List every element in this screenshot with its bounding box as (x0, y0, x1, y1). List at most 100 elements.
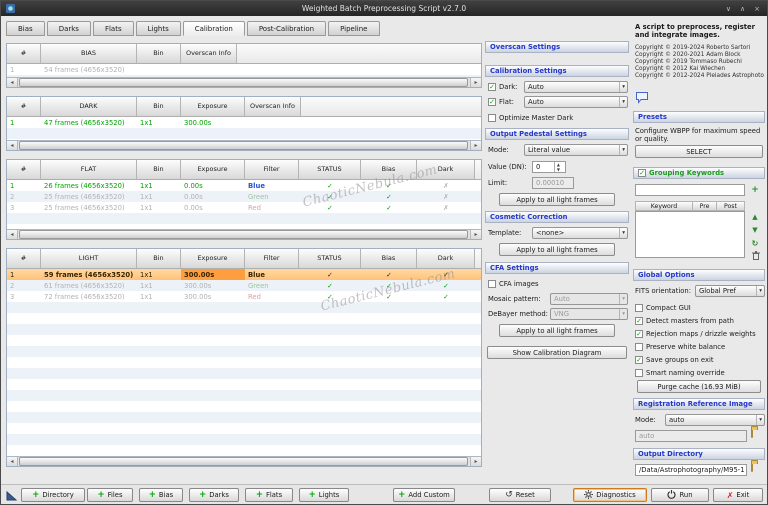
table-row[interactable]: 1 47 frames (4656x3520) 1x1 300.00s (7, 117, 481, 128)
keyword-input[interactable] (635, 184, 745, 196)
move-up-icon[interactable]: ▲ (749, 213, 761, 221)
flat-master-select[interactable]: Auto ▾ (524, 96, 628, 108)
cosmetic-apply-button[interactable]: Apply to all light frames (499, 243, 615, 256)
add-darks-button[interactable]: + Darks (189, 488, 239, 502)
scroll-left-icon[interactable]: ◂ (7, 78, 18, 87)
comment-bubble-icon[interactable] (635, 91, 649, 106)
window-titlebar[interactable]: Weighted Batch Preprocessing Script v2.7… (1, 1, 767, 16)
column-header-bias[interactable]: Bias (361, 160, 417, 180)
column-header-filter[interactable]: Filter (245, 249, 299, 269)
column-header-bin[interactable]: Bin (137, 160, 181, 180)
column-header-keyword[interactable]: Keyword (635, 201, 693, 211)
section-registration-reference[interactable]: Registration Reference Image (633, 398, 765, 410)
preserve-white-balance-checkbox[interactable] (635, 343, 643, 351)
section-overscan-settings[interactable]: Overscan Settings (485, 41, 629, 53)
scroll-right-icon[interactable]: ▸ (470, 141, 481, 150)
spin-down-icon[interactable]: ▼ (555, 167, 562, 172)
save-groups-checkbox[interactable]: ✓ (635, 356, 643, 364)
column-header-pre[interactable]: Pre (693, 201, 717, 211)
column-header-bin[interactable]: Bin (137, 249, 181, 269)
column-header-bias[interactable]: Bias (361, 249, 417, 269)
column-header-overscan[interactable]: Overscan Info (181, 44, 237, 64)
section-output-directory[interactable]: Output Directory (633, 448, 765, 460)
scroll-thumb[interactable] (19, 78, 468, 87)
column-header-filter[interactable]: Filter (245, 160, 299, 180)
diagnostics-button[interactable]: Diagnostics (573, 488, 647, 502)
scroll-left-icon[interactable]: ◂ (7, 141, 18, 150)
drag-instance-icon[interactable] (6, 490, 18, 503)
section-presets[interactable]: Presets (633, 111, 765, 123)
cfa-apply-button[interactable]: Apply to all light frames (499, 324, 615, 337)
dark-master-select[interactable]: Auto ▾ (524, 81, 628, 93)
pedestal-value-spinner[interactable]: 0 ▲ ▼ (532, 161, 566, 173)
show-calibration-diagram-button[interactable]: Show Calibration Diagram (487, 346, 627, 359)
add-custom-button[interactable]: + Add Custom (393, 488, 455, 502)
add-flats-button[interactable]: + Flats (245, 488, 293, 502)
smart-naming-checkbox[interactable] (635, 369, 643, 377)
registration-mode-select[interactable]: auto ▾ (665, 414, 765, 426)
column-header-dark[interactable]: Dark (417, 160, 475, 180)
minimize-button[interactable]: ∨ (726, 5, 731, 13)
table-row[interactable]: 2 25 frames (4656x3520) 1x1 0.00s Green … (7, 191, 481, 202)
output-directory-field[interactable]: /Data/Astrophotography/M95-1 (635, 464, 747, 476)
add-files-button[interactable]: + Files (87, 488, 133, 502)
maximize-button[interactable]: ∧ (740, 5, 745, 13)
scroll-right-icon[interactable]: ▸ (470, 230, 481, 239)
column-header-bias[interactable]: BIAS (41, 44, 137, 64)
column-header-num[interactable]: # (7, 44, 41, 64)
tab-post-calibration[interactable]: Post-Calibration (246, 21, 327, 36)
column-header-num[interactable]: # (7, 97, 41, 117)
tab-lights[interactable]: Lights (135, 21, 181, 36)
move-down-icon[interactable]: ▼ (749, 226, 761, 234)
detect-masters-checkbox[interactable]: ✓ (635, 317, 643, 325)
tab-flats[interactable]: Flats (92, 21, 134, 36)
scroll-thumb[interactable] (19, 457, 468, 466)
flat-checkbox[interactable]: ✓ (488, 98, 496, 106)
column-header-bin[interactable]: Bin (137, 97, 181, 117)
pedestal-mode-select[interactable]: Literal value ▾ (524, 144, 628, 156)
column-header-status[interactable]: STATUS (299, 249, 361, 269)
column-header-dark[interactable]: Dark (417, 249, 475, 269)
run-button[interactable]: Run (651, 488, 709, 502)
column-header-flat[interactable]: FLAT (41, 160, 137, 180)
pedestal-apply-button[interactable]: Apply to all light frames (499, 193, 615, 206)
bias-hscrollbar[interactable]: ◂ ▸ (7, 77, 481, 87)
add-bias-button[interactable]: + Bias (139, 488, 183, 502)
section-global-options[interactable]: Global Options (633, 269, 765, 281)
dark-checkbox[interactable]: ✓ (488, 83, 496, 91)
table-row-selected[interactable]: 1 59 frames (4656x3520) 1x1 300.00s Blue… (7, 269, 481, 280)
rejection-maps-checkbox[interactable]: ✓ (635, 330, 643, 338)
folder-icon[interactable] (751, 428, 753, 438)
column-header-exposure[interactable]: Exposure (181, 160, 245, 180)
close-button[interactable]: × (754, 5, 760, 13)
column-header-status[interactable]: STATUS (299, 160, 361, 180)
presets-select-button[interactable]: SELECT (635, 145, 763, 158)
scroll-left-icon[interactable]: ◂ (7, 230, 18, 239)
column-header-num[interactable]: # (7, 249, 41, 269)
tab-pipeline[interactable]: Pipeline (328, 21, 380, 36)
scroll-left-icon[interactable]: ◂ (7, 457, 18, 466)
section-output-pedestal[interactable]: Output Pedestal Settings (485, 128, 629, 140)
section-cfa-settings[interactable]: CFA Settings (485, 262, 629, 274)
flat-hscrollbar[interactable]: ◂ ▸ (7, 229, 481, 239)
column-header-post[interactable]: Post (717, 201, 745, 211)
dark-hscrollbar[interactable]: ◂ ▸ (7, 140, 481, 150)
table-row[interactable]: 3 25 frames (4656x3520) 1x1 0.00s Red ✓ … (7, 202, 481, 213)
column-header-overscan[interactable]: Overscan Info (245, 97, 301, 117)
tab-darks[interactable]: Darks (46, 21, 91, 36)
column-header-num[interactable]: # (7, 160, 41, 180)
table-row[interactable]: 2 61 frames (4656x3520) 1x1 300.00s Gree… (7, 280, 481, 291)
keyword-list[interactable] (635, 211, 745, 258)
optimize-master-dark-checkbox[interactable] (488, 114, 496, 122)
column-header-dark[interactable]: DARK (41, 97, 137, 117)
scroll-right-icon[interactable]: ▸ (470, 78, 481, 87)
add-keyword-icon[interactable]: + (749, 185, 761, 195)
table-row[interactable]: 3 72 frames (4656x3520) 1x1 300.00s Red … (7, 291, 481, 302)
folder-icon[interactable] (751, 462, 753, 472)
spinner-buttons[interactable]: ▲ ▼ (553, 162, 562, 172)
column-header-bin[interactable]: Bin (137, 44, 181, 64)
table-row[interactable]: 1 26 frames (4656x3520) 1x1 0.00s Blue ✓… (7, 180, 481, 191)
cosmetic-template-select[interactable]: <none> ▾ (532, 227, 628, 239)
scroll-right-icon[interactable]: ▸ (470, 457, 481, 466)
section-grouping-keywords[interactable]: ✓ Grouping Keywords (633, 167, 765, 179)
